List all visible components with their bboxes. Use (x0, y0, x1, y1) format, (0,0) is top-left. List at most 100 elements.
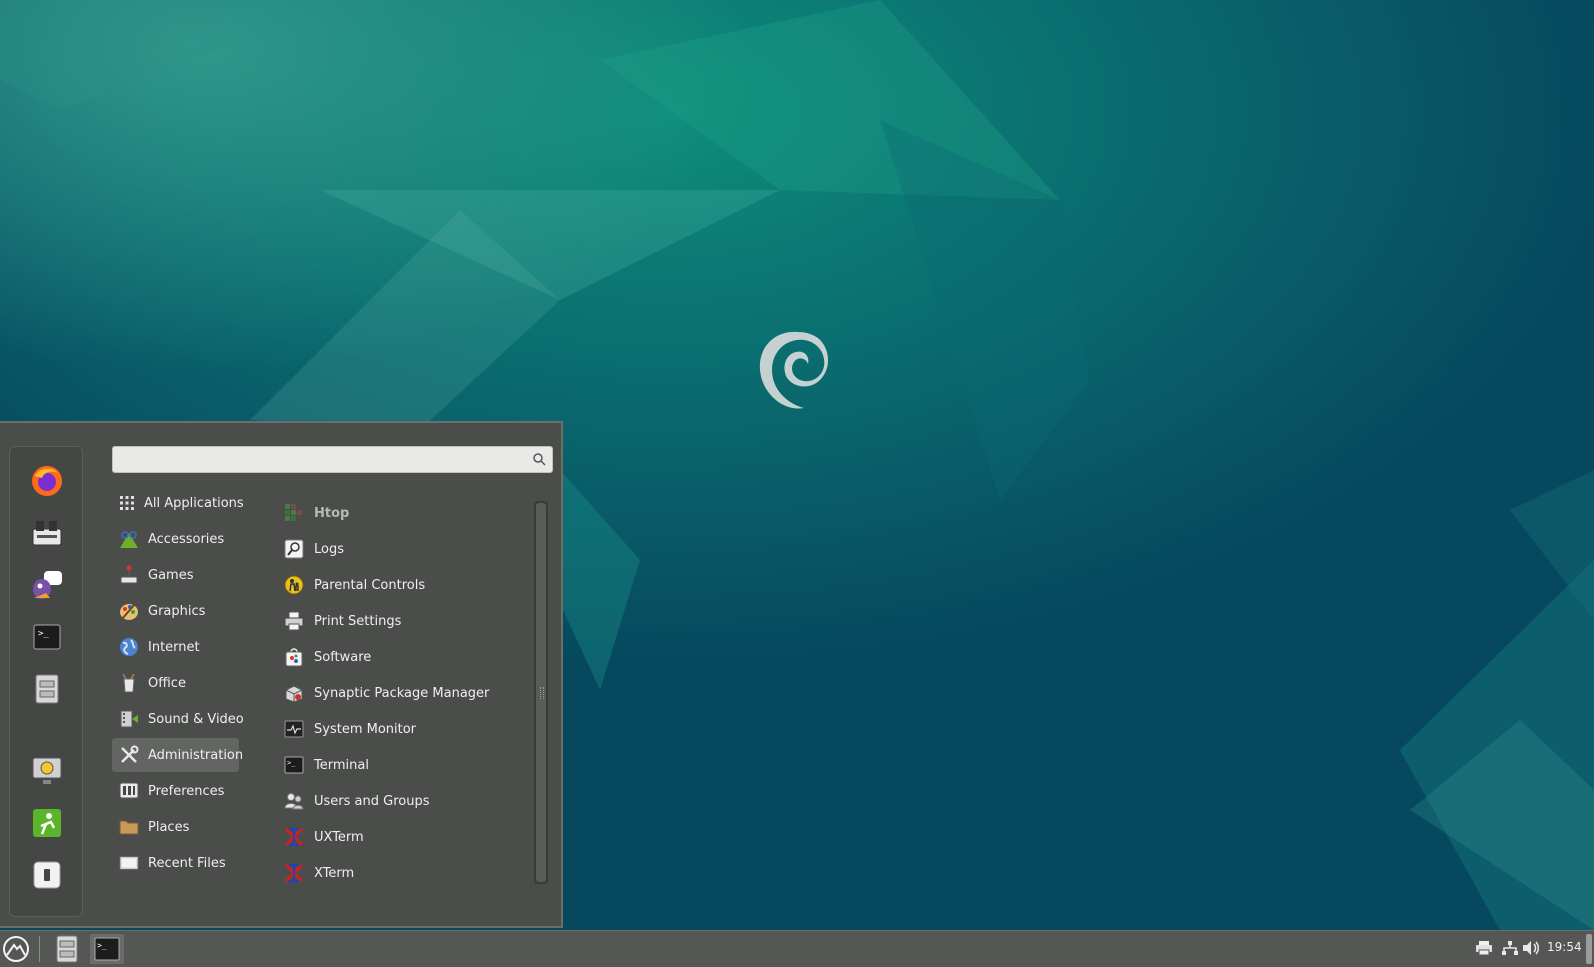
grid-icon (119, 493, 135, 513)
pidgin-icon (33, 571, 62, 599)
category-sound-video[interactable]: Sound & Video (112, 702, 244, 736)
app-label: Htop (314, 505, 350, 521)
app-system-monitor[interactable]: System Monitor (278, 712, 526, 746)
app-htop[interactable]: Htop (278, 496, 526, 530)
svg-text:>_: >_ (38, 629, 49, 639)
category-label: Graphics (148, 603, 206, 619)
category-label: Office (148, 675, 186, 691)
app-label: Synaptic Package Manager (314, 685, 490, 701)
favorites-sidebar: >_ (9, 446, 83, 917)
recent-files-icon (119, 853, 139, 873)
tools-icon (119, 745, 139, 765)
category-label: Administration (148, 747, 244, 763)
category-label: All Applications (144, 495, 244, 511)
favorite-logout[interactable] (28, 804, 66, 842)
printer-icon (284, 611, 304, 631)
games-icon (119, 565, 139, 585)
printer-tray-icon[interactable] (1475, 940, 1493, 956)
volume-tray-icon[interactable] (1522, 940, 1540, 956)
category-games[interactable]: Games (112, 558, 239, 592)
category-label: Sound & Video (148, 711, 244, 727)
category-graphics[interactable]: Graphics (112, 594, 239, 628)
app-label: Parental Controls (314, 577, 426, 593)
globe-icon (119, 637, 139, 657)
app-label: Print Settings (314, 613, 402, 629)
favorite-pidgin[interactable] (28, 566, 66, 604)
shutdown-icon (33, 861, 61, 889)
logout-icon (33, 809, 61, 837)
accessories-icon (119, 529, 139, 549)
category-label: Internet (148, 639, 200, 655)
app-xterm[interactable]: XTerm (278, 856, 526, 890)
system-monitor-icon (284, 719, 304, 739)
app-list-scrollbar[interactable] (534, 501, 548, 884)
folder-icon (119, 817, 139, 837)
panel-launcher-file-manager[interactable] (53, 934, 81, 964)
panel-separator (39, 936, 40, 962)
app-label: Logs (314, 541, 344, 557)
app-label: System Monitor (314, 721, 417, 737)
category-label: Recent Files (148, 855, 226, 871)
terminal-icon: >_ (284, 755, 304, 775)
favorite-software-manager[interactable] (28, 514, 66, 552)
app-logs[interactable]: Logs (278, 532, 526, 566)
category-label: Accessories (148, 531, 225, 547)
category-accessories[interactable]: Accessories (112, 522, 239, 556)
category-administration[interactable]: Administration (112, 738, 243, 772)
terminal-icon: >_ (94, 937, 120, 961)
firefox-icon (32, 466, 62, 496)
scrollbar-grip (540, 687, 544, 699)
taskbar-terminal-window[interactable]: >_ (90, 934, 124, 964)
network-tray-icon[interactable] (1501, 940, 1519, 956)
synaptic-icon (284, 683, 304, 703)
xterm-icon (284, 863, 304, 883)
app-synaptic[interactable]: Synaptic Package Manager (278, 676, 526, 710)
favorite-terminal[interactable]: >_ (28, 618, 66, 656)
file-manager-icon (35, 674, 59, 704)
htop-icon (284, 503, 304, 523)
favorite-file-manager[interactable] (28, 670, 66, 708)
scrollbar-thumb[interactable] (536, 503, 546, 882)
menu-button[interactable] (1, 934, 31, 964)
category-internet[interactable]: Internet (112, 630, 239, 664)
bottom-panel: >_ 19:54 (0, 930, 1594, 967)
category-all-applications[interactable]: All Applications (112, 486, 244, 520)
app-software[interactable]: Software (278, 640, 526, 674)
file-manager-icon (56, 935, 78, 963)
office-icon (119, 673, 139, 693)
logs-icon (284, 539, 304, 559)
debian-swirl-logo (759, 331, 829, 409)
app-label: Software (314, 649, 372, 665)
app-users-and-groups[interactable]: Users and Groups (278, 784, 526, 818)
app-label: XTerm (314, 865, 355, 881)
menu-logo-icon (3, 936, 29, 962)
lock-screen-icon (32, 757, 62, 784)
app-label: Users and Groups (314, 793, 430, 809)
parental-controls-icon (284, 575, 304, 595)
category-label: Preferences (148, 783, 225, 799)
app-parental-controls[interactable]: Parental Controls (278, 568, 526, 602)
category-preferences[interactable]: Preferences (112, 774, 239, 808)
favorite-lock-screen[interactable] (28, 752, 66, 790)
favorite-firefox[interactable] (28, 462, 66, 500)
search-input[interactable] (119, 450, 523, 471)
software-icon (284, 647, 304, 667)
app-label: UXTerm (314, 829, 364, 845)
search-icon (533, 453, 546, 466)
show-desktop-button[interactable] (1586, 934, 1592, 964)
clock[interactable]: 19:54 (1547, 940, 1582, 954)
category-label: Places (148, 819, 190, 835)
search-box (112, 446, 553, 473)
app-uxterm[interactable]: UXTerm (278, 820, 526, 854)
app-label: Terminal (314, 757, 369, 773)
svg-text:>_: >_ (97, 941, 107, 950)
favorite-shutdown[interactable] (28, 856, 66, 894)
svg-text:>_: >_ (287, 759, 296, 767)
preferences-icon (119, 781, 139, 801)
category-office[interactable]: Office (112, 666, 239, 700)
app-print-settings[interactable]: Print Settings (278, 604, 526, 638)
category-label: Games (148, 567, 194, 583)
category-recent-files[interactable]: Recent Files (112, 846, 239, 880)
category-places[interactable]: Places (112, 810, 239, 844)
app-terminal[interactable]: >_ Terminal (278, 748, 526, 782)
